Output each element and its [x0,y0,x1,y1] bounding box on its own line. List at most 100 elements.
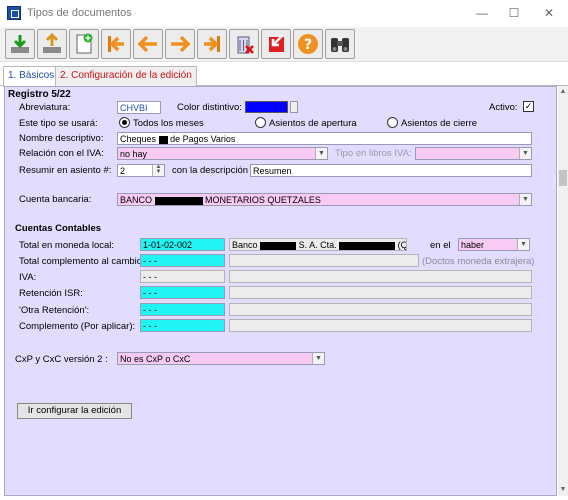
foreign-currency-note: (Doctos moneda extrajera) [422,256,535,267]
account-label-isr: Retención ISR: [19,288,83,299]
account-code-iva[interactable]: - - - [140,270,225,283]
upload-arrow-icon [43,32,61,53]
next-record-button[interactable] [165,29,195,59]
account-code-isr[interactable]: - - - [140,286,225,299]
description-field[interactable]: Cheques de Pagos Varios [117,132,532,145]
side-value: haber [461,240,485,250]
trash-icon [237,36,254,54]
account-label-other: 'Otra Retención': [19,305,90,316]
app-icon [7,6,21,20]
cxp-select[interactable]: No es CxP o CxC ▼ [117,352,325,365]
accounts-header: Cuentas Contables [15,223,102,234]
account-desc-mid: S. A. Cta. [298,240,337,250]
cxp-label: CxP y CxC versión 2 : [15,354,108,365]
account-desc-iva [229,270,532,283]
abbreviation-field[interactable]: CHVBI [117,101,161,114]
radio-label-apertura: Asientos de apertura [269,118,357,129]
account-code-pending[interactable]: - - - [140,319,225,332]
exit-button[interactable] [261,29,291,59]
account-desc-pending [229,319,532,332]
close-button[interactable]: ✕ [539,4,559,22]
chevron-down-icon: ▼ [519,194,531,205]
color-picker-button[interactable] [290,101,298,113]
account-label-complement: Total complemento al cambio: [19,256,145,267]
radio-label-cierre: Asientos de cierre [401,118,478,129]
account-desc-pre: Banco [232,240,258,250]
description-text-post: de Pagos Varios [170,134,236,144]
vertical-scrollbar[interactable]: ▲ ▼ [558,86,568,496]
usage-label: Este tipo se usará: [19,118,98,129]
redacted-text [339,241,396,250]
redacted-text [154,196,203,205]
iva-relation-label: Relación con el IVA: [19,148,104,159]
side-select[interactable]: haber ▼ [458,238,530,251]
scroll-up-icon[interactable]: ▲ [558,86,568,98]
account-desc-post: (Q) [397,240,407,250]
help-button[interactable]: ? [293,29,323,59]
summary-desc-label: con la descripción [172,165,249,176]
search-button[interactable] [325,29,355,59]
delete-button[interactable] [229,29,259,59]
spinner-arrows-icon: ▲ ▼ [152,165,164,176]
record-panel: Registro 5/22 Abreviatura: CHVBI Color d… [4,86,557,496]
color-swatch[interactable] [245,101,288,113]
upload-button[interactable] [37,29,67,59]
account-code-other[interactable]: - - - [140,303,225,316]
account-desc-isr [229,286,532,299]
chevron-down-icon: ▼ [519,148,531,159]
arrow-right-icon [171,35,191,53]
download-arrow-icon [11,35,29,53]
account-label-pending: Complemento (Por aplicar): [19,321,136,332]
account-desc-total: Banco S. A. Cta. (Q) [229,238,407,251]
active-checkbox[interactable]: ✓ [523,101,534,112]
chevron-down-icon: ▼ [315,148,327,159]
arrow-left-icon [137,35,157,53]
redacted-text [260,241,297,250]
window-title: Tipos de documentos [27,7,132,19]
scroll-thumb[interactable] [559,170,567,186]
radio-asientos-apertura[interactable] [255,117,266,128]
minimize-button[interactable]: — [472,4,492,22]
iva-book-label: Tipo en libros IVA: [335,148,412,159]
new-document-button[interactable] [69,29,99,59]
binoculars-icon [331,38,349,52]
title-bar: Tipos de documentos — ☐ ✕ [0,0,568,26]
iva-relation-select[interactable]: no hay ▼ [117,147,328,160]
account-code-total[interactable]: 1-01-02-002 [140,238,225,251]
bank-value-pre: BANCO [120,195,153,205]
active-label: Activo: [489,102,518,113]
account-desc-complement [229,254,419,267]
chevron-down-icon: ▼ [517,239,529,250]
tab-basicos[interactable]: 1. Básicos [3,66,60,87]
last-record-icon [204,36,220,52]
radio-asientos-cierre[interactable] [387,117,398,128]
bank-select[interactable]: BANCO MONETARIOS QUETZALES ▼ [117,193,532,206]
description-text-pre: Cheques [120,134,157,144]
color-label: Color distintivo: [177,102,242,113]
first-record-button[interactable] [101,29,131,59]
download-button[interactable] [5,29,35,59]
cxp-value: No es CxP o CxC [120,354,191,364]
account-code-complement[interactable]: - - - [140,254,225,267]
radio-label-todos: Todos los meses [133,118,204,129]
side-label: en el [430,240,451,251]
summary-label: Resumir en asiento #: [19,165,112,176]
previous-record-button[interactable] [133,29,163,59]
summary-desc-field[interactable]: Resumen [250,164,532,177]
help-icon: ? [298,34,318,54]
maximize-button[interactable]: ☐ [504,4,524,22]
chevron-down-icon: ▼ [312,353,324,364]
record-header: Registro 5/22 [8,89,71,100]
scroll-down-icon[interactable]: ▼ [558,484,568,496]
last-record-button[interactable] [197,29,227,59]
iva-book-select[interactable]: ▼ [415,147,532,160]
bank-label: Cuenta bancaria: [19,194,92,205]
account-label-iva: IVA: [19,272,37,283]
radio-todos-los-meses[interactable] [119,117,130,128]
tab-configuracion[interactable]: 2. Configuración de la edición [55,66,197,86]
account-desc-other [229,303,532,316]
description-label: Nombre descriptivo: [19,133,104,144]
configure-edition-button[interactable]: Ir configurar la edición [17,403,132,419]
summary-value: 2 [120,166,126,176]
summary-spinner[interactable]: 2 ▲ ▼ [117,164,165,177]
